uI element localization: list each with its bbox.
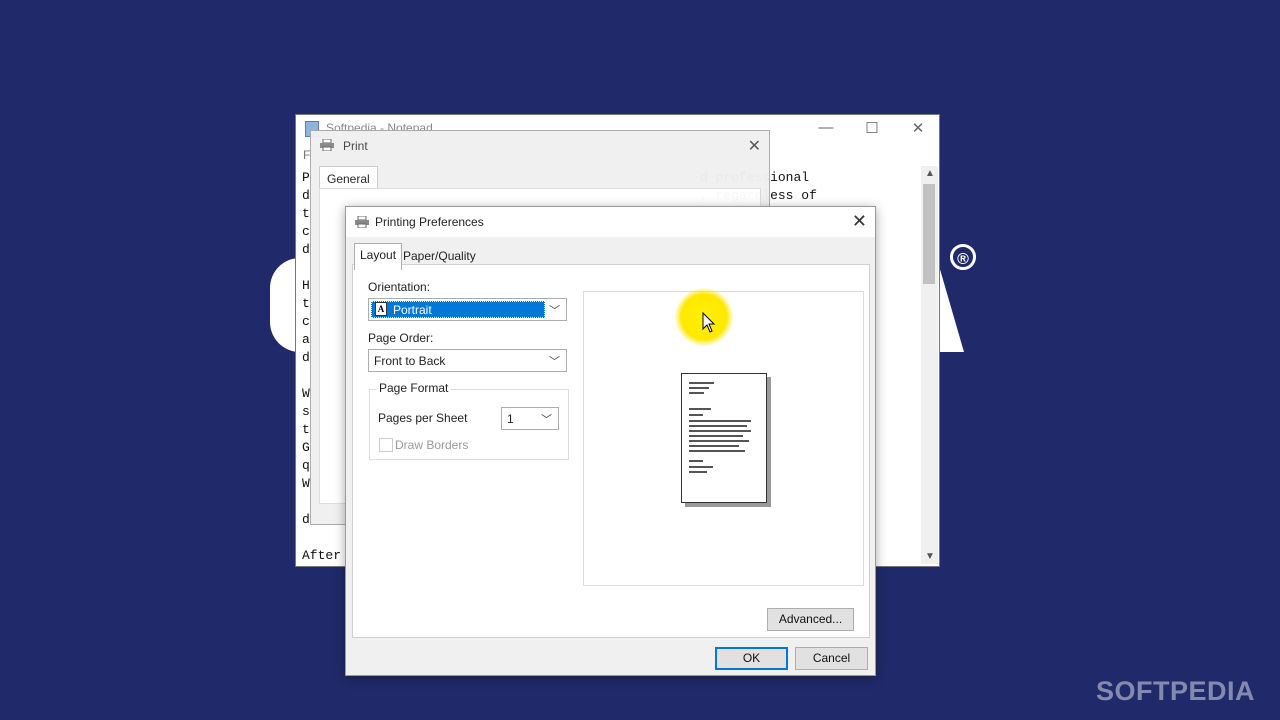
pages-per-sheet-value: 1 bbox=[507, 412, 514, 426]
close-icon[interactable]: ✕ bbox=[748, 136, 761, 156]
draw-borders-label: Draw Borders bbox=[395, 438, 469, 452]
softpedia-watermark: SOFTPEDIA bbox=[1096, 676, 1256, 706]
page-order-label: Page Order: bbox=[368, 331, 434, 345]
chevron-down-icon[interactable]: ﹀ bbox=[549, 353, 560, 369]
draw-borders-checkbox[interactable] bbox=[379, 438, 393, 452]
scroll-down-icon[interactable]: ▼ bbox=[925, 551, 935, 562]
cancel-button[interactable]: Cancel bbox=[795, 647, 868, 670]
page-order-select[interactable]: Front to Back ﹀ bbox=[368, 349, 567, 372]
pages-per-sheet-select[interactable]: 1 ﹀ bbox=[501, 407, 559, 430]
print-dialog-title: Print bbox=[343, 139, 368, 153]
page-format-group: Page Format Pages per Sheet 1 ﹀ Draw Bor… bbox=[369, 381, 569, 460]
close-icon[interactable]: ✕ bbox=[852, 211, 867, 232]
dialog-title: Printing Preferences bbox=[375, 215, 484, 229]
advanced-button[interactable]: Advanced... bbox=[767, 608, 854, 631]
ok-button[interactable]: OK bbox=[715, 647, 788, 670]
printer-icon bbox=[320, 139, 334, 151]
chevron-down-icon[interactable]: ﹀ bbox=[541, 411, 552, 427]
page-format-title: Page Format bbox=[376, 381, 452, 395]
portrait-icon: A bbox=[375, 302, 387, 316]
tab-layout[interactable]: Layout bbox=[354, 243, 403, 270]
orientation-value: Portrait bbox=[393, 303, 432, 317]
orientation-label: Orientation: bbox=[368, 280, 431, 294]
printing-preferences-dialog: Printing Preferences ✕ Layout Paper/Qual… bbox=[345, 206, 876, 676]
vertical-scrollbar[interactable]: ▲ ▼ bbox=[921, 166, 938, 564]
orientation-select[interactable]: A Portrait ﹀ bbox=[368, 298, 567, 321]
scroll-thumb[interactable] bbox=[923, 184, 935, 284]
page-order-value: Front to Back bbox=[374, 354, 446, 368]
registered-mark: ® bbox=[950, 244, 976, 270]
maximize-button[interactable]: ☐ bbox=[852, 119, 892, 137]
title-bar: Printing Preferences ✕ bbox=[346, 207, 875, 237]
pages-per-sheet-label: Pages per Sheet bbox=[378, 411, 468, 425]
paper-preview bbox=[681, 373, 767, 503]
layout-panel: Orientation: A Portrait ﹀ Page Order: Fr… bbox=[352, 264, 870, 638]
scroll-up-icon[interactable]: ▲ bbox=[925, 168, 935, 179]
printer-icon bbox=[355, 216, 369, 228]
minimize-button[interactable]: — bbox=[806, 119, 846, 136]
close-button[interactable]: ✕ bbox=[898, 119, 938, 137]
chevron-down-icon[interactable]: ﹀ bbox=[549, 302, 560, 318]
mouse-pointer-icon bbox=[702, 312, 716, 333]
